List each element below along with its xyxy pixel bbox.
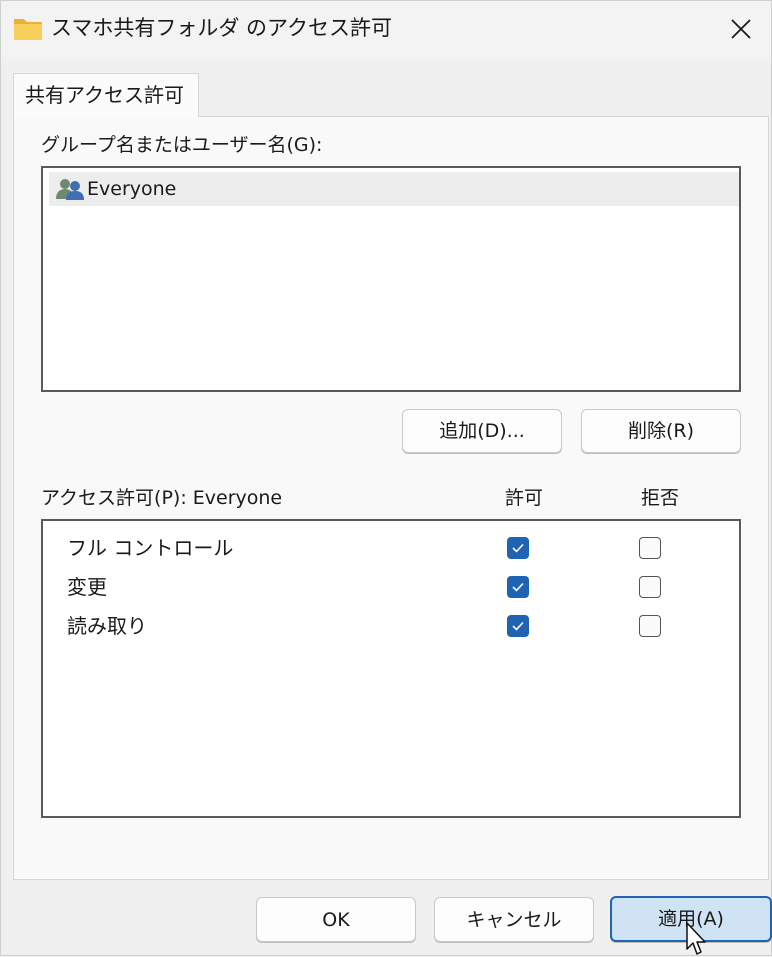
permission-name-modify: 変更 <box>67 575 107 599</box>
deny-column-header: 拒否 <box>641 487 680 509</box>
permission-name-full-control: フル コントロール <box>67 536 234 560</box>
allow-checkbox-modify[interactable] <box>507 576 529 598</box>
ok-button[interactable]: OK <box>256 897 416 942</box>
check-icon <box>512 582 524 592</box>
deny-checkbox-modify[interactable] <box>639 576 661 598</box>
permission-name-read: 読み取り <box>67 614 147 638</box>
close-icon <box>731 19 751 39</box>
group-listbox[interactable]: Everyone <box>41 166 741 392</box>
group-list-label: グループ名またはユーザー名(G): <box>41 134 323 156</box>
list-item-everyone[interactable]: Everyone <box>49 172 739 206</box>
check-icon <box>512 621 524 631</box>
tab-share-permissions[interactable]: 共有アクセス許可 <box>13 73 199 117</box>
permissions-dialog: スマホ共有フォルダ のアクセス許可 共有アクセス許可 グループ名またはユーザー名… <box>0 0 772 956</box>
list-item-label: Everyone <box>87 178 177 200</box>
close-button[interactable] <box>711 1 771 57</box>
users-icon <box>56 179 84 200</box>
allow-checkbox-full-control[interactable] <box>507 537 529 559</box>
permissions-listbox: フル コントロール 変更 読み取り <box>41 519 741 818</box>
cancel-button[interactable]: キャンセル <box>434 897 594 942</box>
title-bar: スマホ共有フォルダ のアクセス許可 <box>1 1 771 57</box>
mouse-cursor-icon <box>686 922 706 955</box>
permissions-label: アクセス許可(P): Everyone <box>41 487 283 509</box>
deny-checkbox-full-control[interactable] <box>639 537 661 559</box>
add-button[interactable]: 追加(D)... <box>402 409 562 453</box>
allow-checkbox-read[interactable] <box>507 615 529 637</box>
allow-column-header: 許可 <box>505 487 544 509</box>
remove-button[interactable]: 削除(R) <box>581 409 741 453</box>
tab-label: 共有アクセス許可 <box>25 83 184 107</box>
window-title: スマホ共有フォルダ のアクセス許可 <box>51 16 392 40</box>
deny-checkbox-read[interactable] <box>639 615 661 637</box>
folder-icon <box>14 19 42 40</box>
check-icon <box>512 543 524 553</box>
